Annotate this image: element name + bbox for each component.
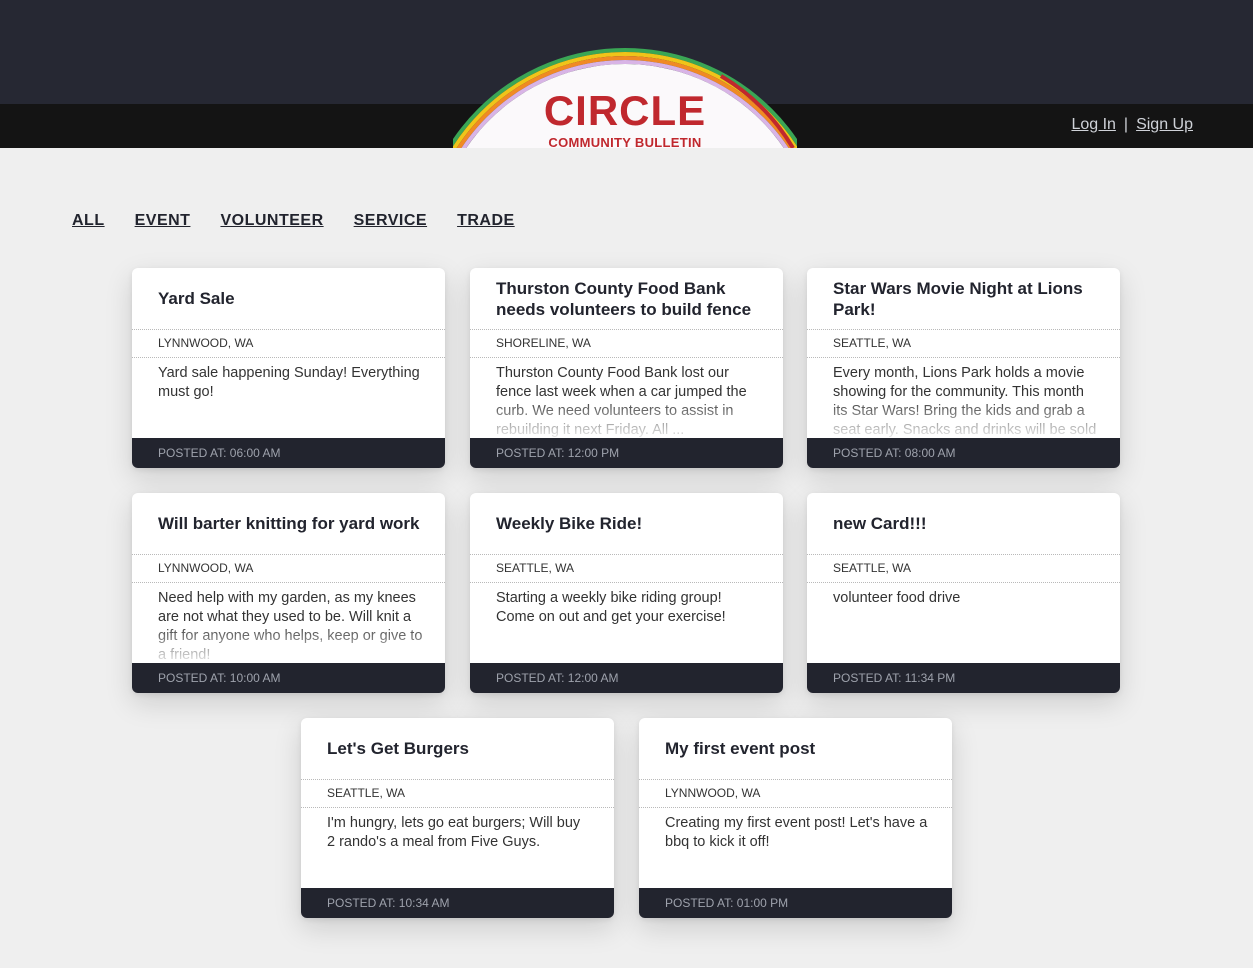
card-location: SEATTLE, WA [470,554,783,583]
card-location: LYNNWOOD, WA [132,329,445,358]
card-body: Creating my first event post! Let's have… [665,814,930,888]
card-title: Weekly Bike Ride! [496,514,643,533]
card-body: I'm hungry, lets go eat burgers; Will bu… [327,814,592,888]
filter-all[interactable]: ALL [72,212,105,230]
card-title: new Card!!! [833,514,927,533]
card-title: My first event post [665,739,816,758]
brand-title: CIRCLE [543,87,707,134]
bulletin-card[interactable]: Weekly Bike Ride! SEATTLE, WA Starting a… [470,493,783,693]
auth-links: Log In | Sign Up [1071,116,1193,134]
brand-logo[interactable]: CIRCLE COMMUNITY BULLETIN [453,46,797,148]
card-title: Let's Get Burgers [327,739,469,758]
bulletin-card[interactable]: new Card!!! SEATTLE, WA volunteer food d… [807,493,1120,693]
filter-service[interactable]: SERVICE [354,212,427,230]
card-body: volunteer food drive [833,589,1098,663]
filter-event[interactable]: EVENT [135,212,191,230]
bulletin-card[interactable]: Star Wars Movie Night at Lions Park! SEA… [807,268,1120,468]
filter-volunteer[interactable]: VOLUNTEER [220,212,323,230]
card-title: Star Wars Movie Night at Lions Park! [833,278,1083,319]
card-body: Yard sale happening Sunday! Everything m… [158,364,423,438]
card-posted-time: POSTED AT: 11:34 PM [807,663,1120,693]
card-title: Thurston County Food Bank needs voluntee… [496,278,752,319]
card-body: Thurston County Food Bank lost our fence… [496,364,761,438]
bulletin-card[interactable]: Thurston County Food Bank needs voluntee… [470,268,783,468]
card-title: Yard Sale [158,289,235,308]
card-posted-time: POSTED AT: 08:00 AM [807,438,1120,468]
bulletin-card[interactable]: My first event post LYNNWOOD, WA Creatin… [639,718,952,918]
card-location: SHORELINE, WA [470,329,783,358]
card-body: Every month, Lions Park holds a movie sh… [833,365,1098,438]
filter-trade[interactable]: TRADE [457,212,515,230]
card-posted-time: POSTED AT: 10:34 AM [301,888,614,918]
card-location: SEATTLE, WA [301,779,614,808]
card-body: Need help with my garden, as my knees ar… [158,590,423,663]
card-body: Starting a weekly bike riding group! Com… [496,589,761,663]
category-filters: ALL EVENT VOLUNTEER SERVICE TRADE [72,212,515,230]
card-posted-time: POSTED AT: 12:00 AM [470,663,783,693]
card-posted-time: POSTED AT: 06:00 AM [132,438,445,468]
card-location: LYNNWOOD, WA [132,554,445,583]
bulletin-card[interactable]: Let's Get Burgers SEATTLE, WA I'm hungry… [301,718,614,918]
card-location: SEATTLE, WA [807,554,1120,583]
card-posted-time: POSTED AT: 10:00 AM [132,663,445,693]
bulletin-card[interactable]: Will barter knitting for yard work LYNNW… [132,493,445,693]
signup-link[interactable]: Sign Up [1136,116,1193,134]
brand-subtitle: COMMUNITY BULLETIN [548,135,702,148]
login-link[interactable]: Log In [1071,116,1115,134]
card-posted-time: POSTED AT: 01:00 PM [639,888,952,918]
bulletin-card[interactable]: Yard Sale LYNNWOOD, WA Yard sale happeni… [132,268,445,468]
card-location: LYNNWOOD, WA [639,779,952,808]
card-title: Will barter knitting for yard work [158,514,420,533]
card-posted-time: POSTED AT: 12:00 PM [470,438,783,468]
auth-separator: | [1123,116,1129,133]
card-location: SEATTLE, WA [807,329,1120,358]
